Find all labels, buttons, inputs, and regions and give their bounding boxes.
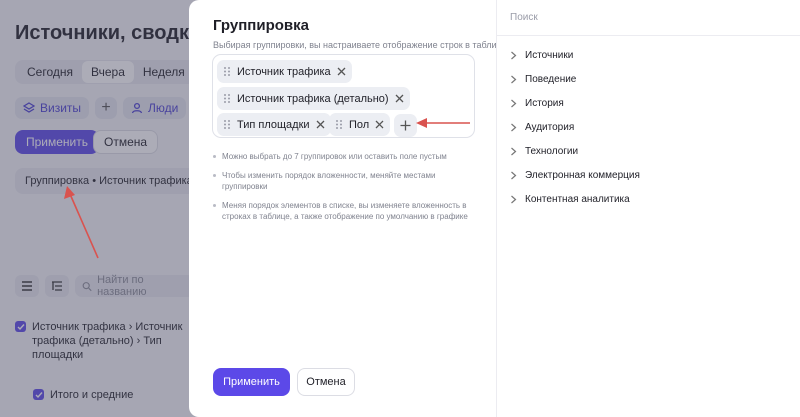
grouping-chip-label: Источник трафика [237,65,331,78]
drag-handle-icon[interactable] [223,93,231,104]
hint-item: Можно выбрать до 7 группировок или остав… [213,151,481,162]
grouping-modal: Группировка Выбирая группировки, вы наст… [189,0,507,417]
category-item[interactable]: Электронная коммерция [510,163,640,187]
category-item[interactable]: Контентная аналитика [510,187,640,211]
modal-title: Группировка [213,17,309,34]
close-icon[interactable] [375,120,384,129]
category-item[interactable]: Аудитория [510,115,640,139]
chevron-right-icon [511,147,517,155]
grouping-chip-label: Источник трафика (детально) [237,92,389,105]
category-item[interactable]: История [510,91,640,115]
chevron-right-icon [511,99,517,107]
drag-handle-icon[interactable] [223,66,231,77]
close-icon[interactable] [337,67,346,76]
plus-icon [400,120,411,131]
chevron-right-icon [511,171,517,179]
grouping-chip[interactable]: Тип площадки [217,113,331,136]
dimension-category-list: Источники Поведение История Аудитория Те… [510,43,640,211]
grouping-chip[interactable]: Источник трафика [217,60,352,83]
modal-cancel-button[interactable]: Отмена [297,368,355,396]
chevron-right-icon [511,75,517,83]
drag-handle-icon[interactable] [223,119,231,130]
grouping-chip-label: Тип площадки [237,118,310,131]
modal-apply-button[interactable]: Применить [213,368,290,396]
close-icon[interactable] [316,120,325,129]
add-grouping-button[interactable] [394,114,417,137]
modal-subtitle: Выбирая группировки, вы настраиваете ото… [213,40,507,50]
category-item[interactable]: Технологии [510,139,640,163]
category-item[interactable]: Источники [510,43,640,67]
hint-item: Чтобы изменить порядок вложенности, меня… [213,170,481,192]
dimension-picker-panel: Источники Поведение История Аудитория Те… [496,0,800,417]
grouping-chip[interactable]: Пол [329,113,391,136]
grouping-chip-label: Пол [349,118,370,131]
hint-item: Меняя порядок элементов в списке, вы изм… [213,200,481,222]
drag-handle-icon[interactable] [335,119,343,130]
close-icon[interactable] [395,94,404,103]
grouping-chip[interactable]: Источник трафика (детально) [217,87,410,110]
category-item[interactable]: Поведение [510,67,640,91]
hints-list: Можно выбрать до 7 группировок или остав… [213,151,481,230]
chevron-right-icon [511,123,517,131]
chevron-right-icon [511,51,517,59]
chevron-right-icon [511,195,517,203]
grouping-field[interactable]: Источник трафика Источник трафика (детал… [212,54,475,138]
dimension-search [497,0,800,36]
dimension-search-input[interactable] [510,12,770,23]
